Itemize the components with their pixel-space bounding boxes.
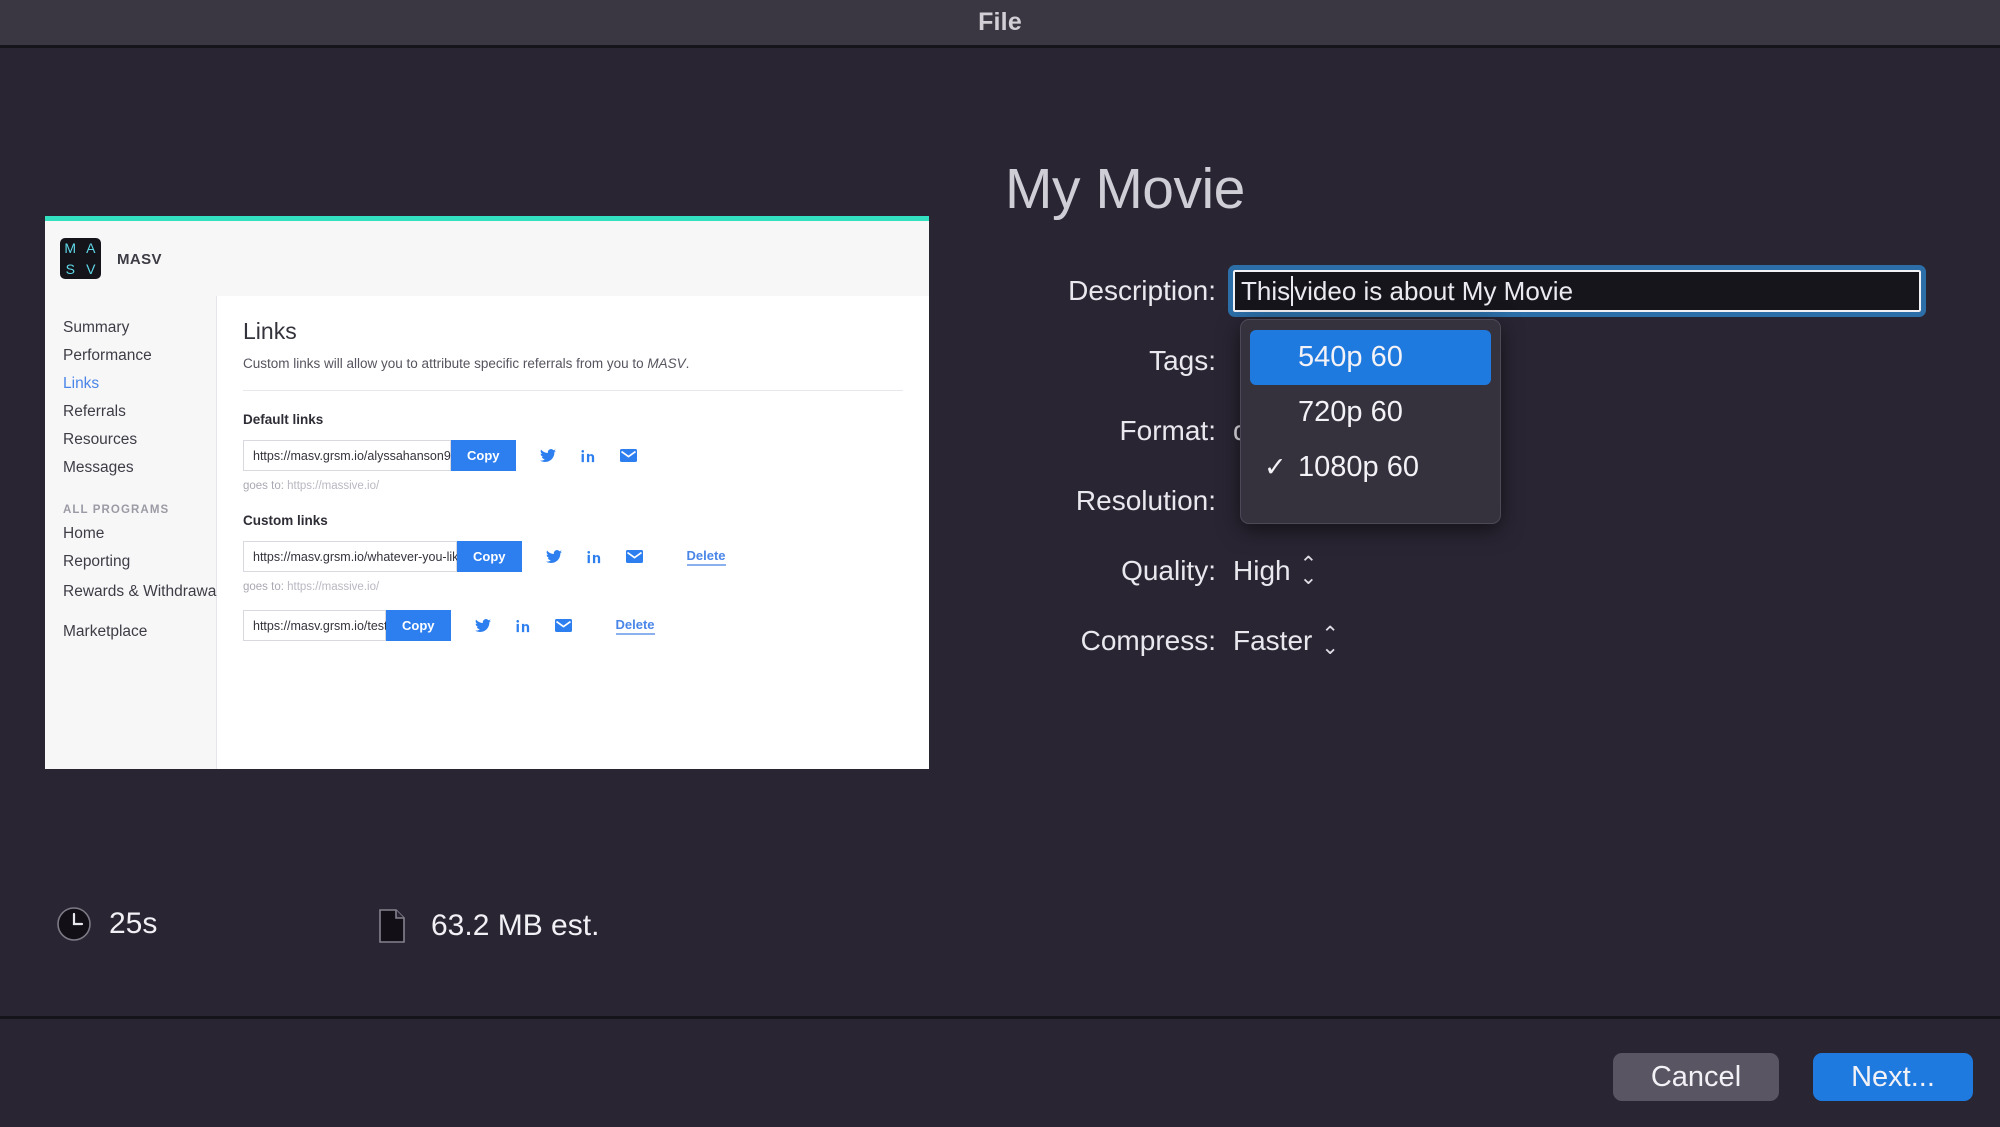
dropdown-item-label: 540p 60: [1298, 341, 1403, 374]
text-caret: [1291, 276, 1293, 306]
title-bar: File: [0, 0, 2000, 48]
resolution-label: Resolution:: [0, 485, 1233, 517]
description-label: Description:: [0, 275, 1233, 307]
description-text-after: video is about My Movie: [1294, 276, 1573, 307]
duration-value: 25s: [109, 907, 157, 941]
quality-value: High: [1233, 555, 1291, 587]
resolution-dropdown-menu[interactable]: 540p 60 720p 60 ✓ 1080p 60: [1240, 319, 1501, 524]
tags-row: Tags:: [0, 326, 1965, 396]
compress-value: Faster: [1233, 625, 1312, 657]
compress-select[interactable]: Faster ⌃⌄: [1233, 625, 1339, 657]
export-settings-form: Description: This video is about My Movi…: [0, 256, 1965, 676]
chevron-updown-icon: ⌃⌄: [1300, 558, 1318, 584]
filesize-status: 63.2 MB est.: [378, 908, 599, 944]
dropdown-item-label: 1080p 60: [1298, 451, 1419, 484]
cancel-button[interactable]: Cancel: [1613, 1053, 1779, 1101]
logo-letter-a: A: [86, 241, 95, 255]
resolution-row: Resolution:: [0, 466, 1965, 536]
compress-row: Compress: Faster ⌃⌄: [0, 606, 1965, 676]
export-status-row: 25s 63.2 MB est.: [0, 906, 2000, 976]
quality-row: Quality: High ⌃⌄: [0, 536, 1965, 606]
dropdown-item-540p[interactable]: 540p 60: [1250, 330, 1491, 385]
format-label: Format:: [0, 415, 1233, 447]
next-button[interactable]: Next...: [1813, 1053, 1973, 1101]
dropdown-item-1080p[interactable]: ✓ 1080p 60: [1250, 440, 1491, 495]
description-row: Description: This video is about My Movi…: [0, 256, 1965, 326]
description-input[interactable]: This video is about My Movie: [1233, 270, 1921, 312]
dropdown-item-720p[interactable]: 720p 60: [1250, 385, 1491, 440]
file-export-dialog: File M A S V MASV Summary Performance Li…: [0, 0, 2000, 1127]
tags-label: Tags:: [0, 345, 1233, 377]
checkmark-icon: ✓: [1264, 452, 1287, 483]
quality-select[interactable]: High ⌃⌄: [1233, 555, 1317, 587]
logo-letter-m: M: [64, 241, 76, 255]
clock-icon: [56, 906, 100, 942]
dialog-body: M A S V MASV Summary Performance Links R…: [0, 51, 2000, 1016]
compress-label: Compress:: [0, 625, 1233, 657]
dialog-footer: Cancel Next...: [0, 1016, 2000, 1127]
dropdown-item-label: 720p 60: [1298, 396, 1403, 429]
quality-label: Quality:: [0, 555, 1233, 587]
window-title: File: [978, 8, 1022, 37]
format-row: Format: dio ⌃⌄: [0, 396, 1965, 466]
page-title: My Movie: [1005, 156, 1245, 222]
description-text-before: This: [1241, 276, 1290, 307]
document-icon: [378, 908, 422, 944]
duration-status: 25s: [56, 906, 157, 942]
filesize-value: 63.2 MB est.: [431, 909, 599, 943]
chevron-updown-icon: ⌃⌄: [1321, 628, 1339, 654]
